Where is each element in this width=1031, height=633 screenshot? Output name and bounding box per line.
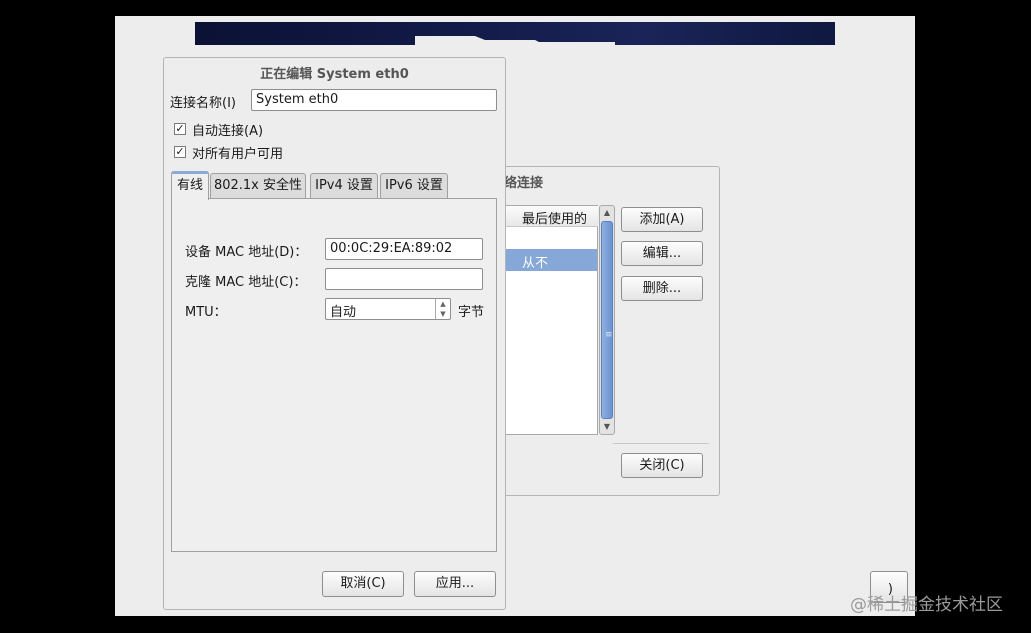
mtu-unit-label: 字节	[458, 305, 485, 320]
watermark: @稀土掘金技术社区	[850, 595, 1003, 615]
apply-button[interactable]: 应用...	[414, 571, 496, 597]
add-button[interactable]: 添加(A)	[621, 207, 703, 232]
all-users-label: 对所有用户可用	[192, 147, 284, 162]
scroll-up-icon[interactable]: ▲	[600, 206, 614, 220]
edit-connection-dialog: 正在编辑 System eth0 连接名称(I) System eth0 ✓ 自…	[163, 57, 506, 610]
scroll-down-icon[interactable]: ▼	[600, 420, 614, 434]
scrollbar-thumb[interactable]: ≡	[601, 221, 613, 419]
all-users-checkbox[interactable]: ✓	[174, 146, 186, 158]
mtu-spinbox[interactable]: 自动 ▲ ▼	[325, 298, 451, 320]
connection-name-input[interactable]: System eth0	[251, 89, 497, 111]
grip-icon: ≡	[605, 330, 613, 340]
tab-ipv6[interactable]: IPv6 设置	[380, 173, 448, 199]
mtu-label: MTU：	[185, 305, 227, 320]
chevron-down-icon[interactable]: ▼	[436, 309, 450, 319]
close-button[interactable]: 关闭(C)	[621, 453, 703, 478]
list-scrollbar[interactable]: ▲ ≡ ▼	[599, 205, 615, 435]
device-mac-label: 设备 MAC 地址(D)：	[185, 245, 308, 260]
clone-mac-input[interactable]	[325, 268, 483, 290]
chevron-up-icon[interactable]: ▲	[436, 299, 450, 309]
auto-connect-label: 自动连接(A)	[192, 124, 264, 139]
tab-8021x-security[interactable]: 802.1x 安全性	[210, 173, 306, 199]
cancel-button[interactable]: 取消(C)	[322, 571, 404, 597]
tab-ipv4[interactable]: IPv4 设置	[310, 173, 378, 199]
clone-mac-label: 克隆 MAC 地址(C)：	[185, 275, 307, 290]
auto-connect-checkbox[interactable]: ✓	[174, 123, 186, 135]
mtu-stepper[interactable]: ▲ ▼	[435, 299, 450, 319]
tab-wired[interactable]: 有线	[171, 171, 209, 200]
list-item[interactable]: 从不	[505, 249, 597, 271]
connection-name-label: 连接名称(I)	[170, 96, 236, 111]
column-header-last-used[interactable]: 最后使用的	[505, 206, 598, 227]
delete-button[interactable]: 删除...	[621, 276, 703, 301]
dialog-title: 络连接	[504, 176, 544, 191]
edit-button[interactable]: 编辑...	[621, 241, 703, 266]
dialog-title: 正在编辑 System eth0	[260, 67, 409, 82]
device-mac-input[interactable]: 00:0C:29:EA:89:02	[325, 238, 483, 260]
divider	[613, 443, 709, 444]
wired-settings-panel: 设备 MAC 地址(D)： 00:0C:29:EA:89:02 克隆 MAC 地…	[171, 198, 497, 552]
mtu-value: 自动	[330, 305, 357, 320]
